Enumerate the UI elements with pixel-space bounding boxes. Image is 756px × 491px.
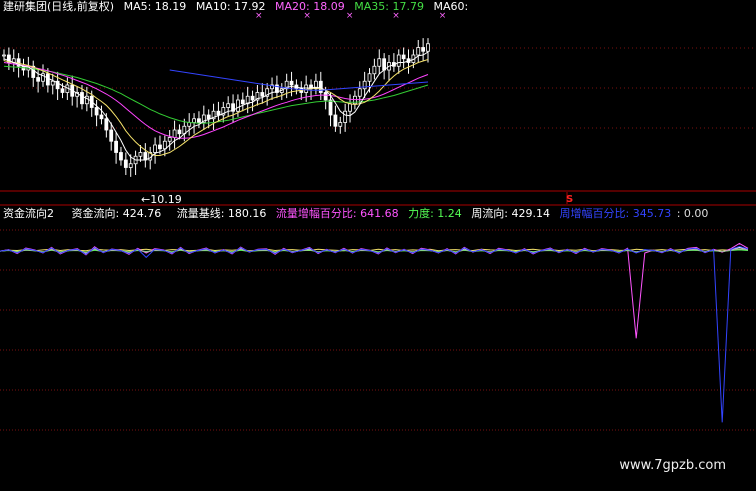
candle-body [50,80,55,86]
candle-body [123,159,128,168]
ma-mark: × [303,11,311,21]
candle-body [197,118,201,123]
flow-baseline-label: 流量基线: 180.16 [176,207,267,220]
ma-mark: × [255,11,263,21]
candle-body [119,152,123,161]
ma-mark: × [392,11,400,21]
strength-label: 力度: 1.24 [408,207,462,220]
stock-chart-svg[interactable]: ←10.19 S [0,0,756,487]
candle-body [216,110,221,116]
candlestick-series [2,38,430,177]
candle-body [421,47,426,52]
candle-body [177,129,182,135]
candle-body [416,47,421,56]
chart-stage: ←10.19 S 建研集团(日线,前复权) MA5: 18.19 MA10: 1… [0,0,756,487]
candle-body [357,88,362,97]
weekly-flow-label: 周流向: 429.14 [471,207,551,220]
candle-body [172,129,177,138]
candle-body [333,114,338,127]
candle-body [260,92,265,97]
ma-marks: × × × × × [255,9,446,23]
candle-body [304,84,309,93]
candle-body [128,163,133,168]
candle-body [226,103,231,108]
candle-body [240,99,245,105]
candle-body [104,118,109,131]
candle-body [382,58,387,71]
candle-body [289,80,294,86]
candle-body [372,65,377,75]
indicator-header: 资金流向2 资金流向: 424.76 流量基线: 180.16 流量增幅百分比:… [3,207,708,221]
candle-body [328,99,333,116]
low-price-label: ←10.19 [141,193,182,206]
candle-body [138,152,143,157]
candle-body [348,103,352,112]
candle-body [94,107,99,116]
candle-body [426,43,430,52]
candle-body [401,54,406,60]
candle-body [2,54,6,57]
indicator-name[interactable]: 资金流向2 [3,207,54,220]
flow-growth-label: 流量增幅百分比: 641.68 [275,207,399,220]
moving-average-lines [3,51,429,161]
ma5-label: MA5: 18.19 [123,0,187,13]
candle-body [236,99,240,112]
candle-body [323,92,328,101]
indicator-line-2 [0,242,749,339]
candle-body [143,152,148,161]
sell-signal-marker: S [566,194,573,205]
candle-body [60,88,65,93]
watermark: www.7gpzb.com [619,458,726,473]
candle-body [99,114,104,120]
candle-body [162,140,167,150]
fund-flow-label: 资金流向: 424.76 [71,207,162,220]
candle-body [206,114,211,120]
candle-body [192,118,196,123]
candle-body [153,144,157,153]
candle-body [45,73,50,86]
candle-body [367,73,372,82]
ma5-line [3,51,429,161]
candle-body [158,144,162,150]
candle-body [343,110,348,123]
candle-body [84,95,89,105]
candle-body [80,92,84,105]
candle-body [362,80,367,90]
ma-mark: × [438,11,447,21]
stock-title: 建研集团(日线,前复权) [3,0,115,13]
candle-body [114,140,118,153]
grid-lines [0,47,756,431]
candle-body [109,129,114,142]
candle-body [167,137,172,142]
weekly-growth-label: 周增幅百分比: 345.73 [559,207,672,220]
candle-body [338,122,343,127]
candle-body [377,58,382,67]
ma-mark: × [345,11,354,21]
candle-body [36,77,41,82]
candle-body [396,54,401,67]
candle-body [318,80,323,93]
candle-body [250,95,255,101]
zero-value-label: : 0.00 [676,207,709,220]
indicator-lines [0,242,749,423]
